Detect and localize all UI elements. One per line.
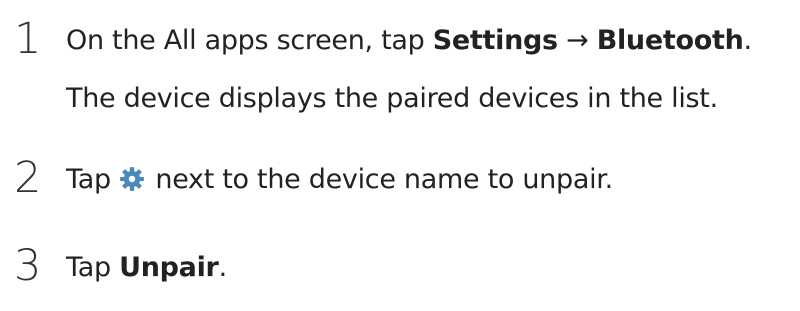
step-instruction: Tap next to the device name to unpair. bbox=[66, 163, 613, 197]
step-number: 1 bbox=[14, 14, 42, 64]
period-text: . bbox=[743, 25, 753, 56]
instruction-text: Tap bbox=[66, 164, 120, 195]
arrow-text: → bbox=[557, 25, 597, 56]
instruction-text-end: next to the device name to unpair. bbox=[147, 164, 613, 195]
gear-icon bbox=[120, 167, 145, 191]
step-3: 3 Tap Unpair. bbox=[14, 243, 227, 289]
step-body: Tap next to the device name to unpair. bbox=[66, 155, 613, 197]
period-text: . bbox=[218, 252, 228, 283]
instruction-text: On the All apps screen, tap bbox=[66, 25, 433, 56]
instruction-text: Tap bbox=[66, 252, 120, 283]
step-2: 2 Tap next to the device name to unpair. bbox=[14, 155, 613, 201]
settings-label: Settings bbox=[432, 25, 558, 56]
step-number: 2 bbox=[14, 153, 42, 203]
step-body: On the All apps screen, tap Settings → B… bbox=[66, 16, 752, 116]
step-instruction: On the All apps screen, tap Settings → B… bbox=[66, 24, 752, 58]
step-result: The device displays the paired devices i… bbox=[66, 83, 718, 114]
step-body: Tap Unpair. bbox=[66, 243, 227, 285]
step-instruction: Tap Unpair. bbox=[66, 251, 227, 285]
bluetooth-label: Bluetooth bbox=[596, 25, 744, 56]
unpair-label: Unpair bbox=[119, 252, 219, 283]
step-1: 1 On the All apps screen, tap Settings →… bbox=[14, 16, 752, 116]
step-number: 3 bbox=[14, 241, 42, 291]
